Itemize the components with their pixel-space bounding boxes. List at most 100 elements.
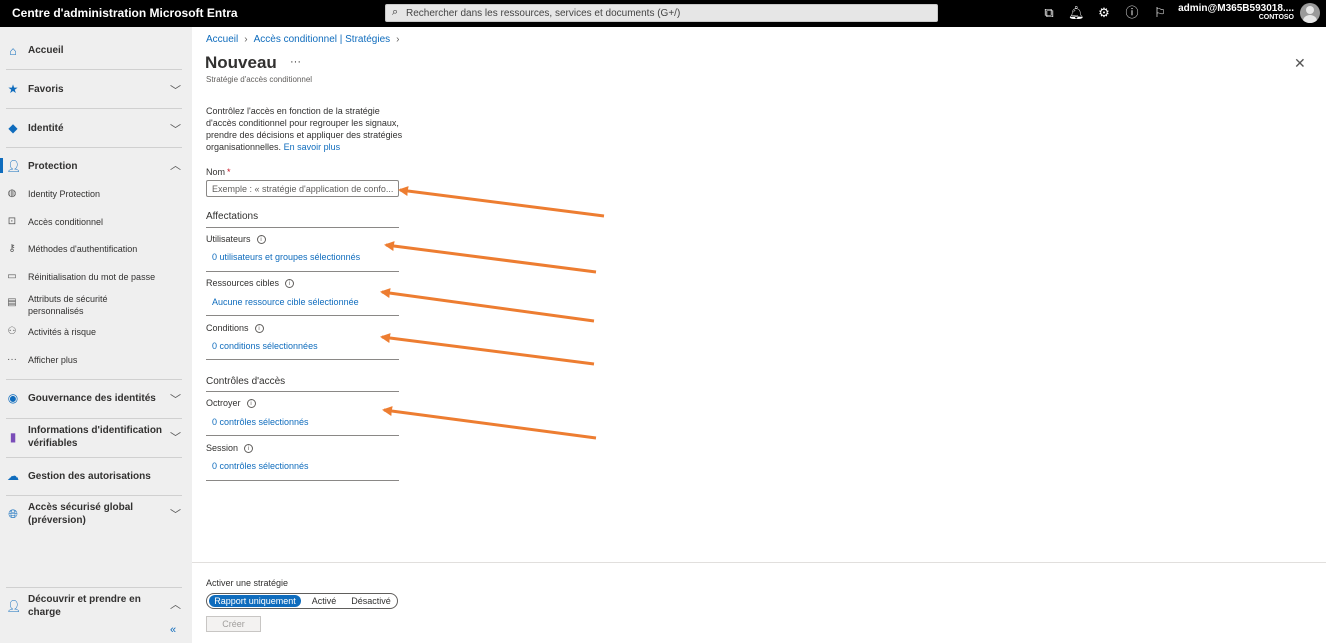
info-icon[interactable]: i	[244, 444, 254, 454]
sidebar-item-learn-support[interactable]: 👤︎ Découvrir et prendre en charge ︿	[0, 593, 192, 619]
sidebar-item-label: Protection	[28, 161, 78, 172]
account-org: CONTOSO	[1258, 14, 1294, 21]
name-label: Nom *	[206, 167, 231, 177]
sidebar-item-label: Découvrir et prendre en charge	[28, 594, 141, 618]
target-resources-label: Ressources cibles i	[206, 278, 295, 289]
divider	[6, 108, 182, 109]
sidebar-item-label: Gestion des autorisations	[28, 471, 151, 482]
governance-icon: ◉	[7, 391, 19, 405]
chevron-up-icon: ︿	[170, 160, 181, 172]
sidebar-item-label: Afficher plus	[28, 355, 78, 365]
page-subtitle: Stratégie d'accès conditionnel	[206, 75, 313, 84]
info-icon[interactable]: i	[254, 324, 264, 334]
person-icon: 👤︎	[6, 599, 22, 613]
help-icon[interactable]: ⓘ	[1124, 5, 1140, 21]
assignments-title: Affectations	[206, 211, 259, 222]
session-controls-link[interactable]: 0 contrôles sélectionnés	[212, 461, 309, 471]
enable-policy-label: Activer une stratégie	[206, 578, 289, 588]
chevron-right-icon: ›	[396, 34, 400, 45]
session-label-text: Session	[206, 443, 239, 453]
breadcrumb-policies[interactable]: Accès conditionnel | Stratégies	[254, 34, 391, 45]
collapse-sidebar-icon[interactable]: «	[170, 624, 176, 636]
sidebar-item-favorites[interactable]: ★ Favoris ﹀	[0, 82, 192, 98]
home-icon: ⌂	[9, 44, 17, 58]
key-icon: ⚷	[8, 243, 16, 254]
sidebar-item-show-more[interactable]: ··· Afficher plus	[0, 354, 192, 368]
sidebar-item-verifiable-credentials[interactable]: ▮ Informations d'identification vérifiab…	[0, 424, 192, 450]
sidebar-item-global-secure-access[interactable]: 🌐︎ Accès sécurisé global (préversion) ﹀	[0, 501, 192, 527]
divider	[6, 457, 182, 458]
info-icon[interactable]: i	[285, 279, 295, 289]
chevron-down-icon: ﹀	[170, 124, 181, 136]
sidebar-item-identity[interactable]: ◆ Identité ﹀	[0, 121, 192, 137]
notifications-icon[interactable]: 🔔︎	[1068, 5, 1085, 21]
sidebar-item-label: Accueil	[28, 45, 64, 56]
target-label-text: Ressources cibles	[206, 278, 280, 288]
divider	[206, 271, 399, 272]
protection-icon: 👤︎	[6, 159, 22, 173]
sidebar-item-label: Accès sécurisé global (préversion)	[28, 502, 134, 526]
annotation-arrow-grant	[382, 406, 597, 440]
close-icon[interactable]: ✕	[1294, 55, 1306, 72]
learn-more-link[interactable]: En savoir plus	[284, 142, 341, 152]
account-menu[interactable]: admin@M365B593018.... CONTOSO	[1178, 3, 1294, 21]
copilot-icon[interactable]: ⧉	[1041, 5, 1057, 21]
search-box[interactable]: ⌕ Rechercher dans les ressources, servic…	[385, 4, 938, 22]
sidebar-item-risky-activities[interactable]: ⚇ Activités à risque	[0, 326, 192, 340]
more-options-icon[interactable]: ···	[290, 56, 301, 68]
divider	[6, 418, 182, 419]
divider	[6, 379, 182, 380]
sidebar-item-identity-governance[interactable]: ◉ Gouvernance des identités ﹀	[0, 391, 192, 407]
star-icon: ★	[7, 82, 19, 96]
users-label-text: Utilisateurs	[206, 234, 251, 244]
sidebar-item-identity-protection[interactable]: ◍ Identity Protection	[0, 188, 192, 202]
divider	[6, 495, 182, 496]
sidebar: ⌂ Accueil ★ Favoris ﹀ ◆ Identité ﹀ 👤︎ Pr…	[0, 27, 192, 643]
sidebar-item-label: Activités à risque	[28, 327, 97, 337]
sidebar-item-label: Informations d'identification vérifiable…	[28, 425, 163, 449]
sidebar-item-auth-methods[interactable]: ⚷ Méthodes d'authentification	[0, 243, 192, 257]
sidebar-item-home[interactable]: ⌂ Accueil	[0, 43, 192, 59]
option-off[interactable]: Désactivé	[347, 595, 395, 607]
sidebar-item-custom-security-attributes[interactable]: ▤ Attributs de sécurité personnalisés	[0, 293, 192, 317]
create-button[interactable]: Créer	[206, 616, 261, 632]
annotation-arrow-users	[384, 241, 597, 274]
conditional-access-icon: ⊡	[7, 216, 17, 227]
info-icon[interactable]: i	[256, 235, 266, 245]
sidebar-item-conditional-access[interactable]: ⊡ Accès conditionnel	[0, 216, 192, 230]
app-title[interactable]: Centre d'administration Microsoft Entra	[12, 6, 238, 20]
sidebar-item-permissions-management[interactable]: ☁ Gestion des autorisations	[0, 469, 192, 485]
grant-label-text: Octroyer	[206, 398, 241, 408]
sidebar-item-label: Gouvernance des identités	[28, 393, 156, 404]
option-on[interactable]: Activé	[307, 595, 341, 607]
conditions-link[interactable]: 0 conditions sélectionnées	[212, 341, 318, 351]
conditions-label-text: Conditions	[206, 323, 249, 333]
option-report-only[interactable]: Rapport uniquement	[209, 595, 301, 607]
divider	[6, 587, 182, 588]
target-resources-link[interactable]: Aucune ressource cible sélectionnée	[212, 297, 359, 307]
sidebar-item-label: Identity Protection	[28, 189, 101, 199]
feedback-icon[interactable]: ⚐	[1152, 5, 1168, 21]
grant-controls-link[interactable]: 0 contrôles sélectionnés	[212, 417, 309, 427]
sidebar-item-password-reset[interactable]: ▭ Réinitialisation du mot de passe	[0, 271, 192, 285]
users-selection-link[interactable]: 0 utilisateurs et groupes sélectionnés	[212, 252, 360, 262]
policy-name-input[interactable]	[206, 180, 399, 197]
breadcrumb-home[interactable]: Accueil	[206, 34, 238, 45]
info-icon[interactable]: i	[246, 399, 256, 409]
enable-policy-toggle: Rapport uniquement Activé Désactivé	[206, 593, 398, 609]
password-icon: ▭	[7, 271, 17, 282]
attributes-icon: ▤	[7, 297, 17, 308]
settings-icon[interactable]: ⚙	[1096, 5, 1112, 21]
sidebar-item-label: Réinitialisation du mot de passe	[28, 272, 156, 282]
grant-label: Octroyer i	[206, 398, 256, 409]
sidebar-item-label: Favoris	[28, 84, 64, 95]
sidebar-item-protection[interactable]: 👤︎ Protection ︿	[0, 159, 192, 175]
sidebar-item-label: Attributs de sécurité personnalisés	[28, 294, 108, 316]
page-title: Nouveau	[205, 53, 277, 72]
page-description: Contrôlez l'accès en fonction de la stra…	[206, 105, 406, 153]
divider	[206, 359, 399, 360]
annotation-arrow-name	[398, 186, 605, 218]
required-asterisk: *	[227, 167, 231, 177]
avatar[interactable]	[1300, 3, 1320, 23]
chevron-up-icon: ︿	[170, 599, 181, 611]
